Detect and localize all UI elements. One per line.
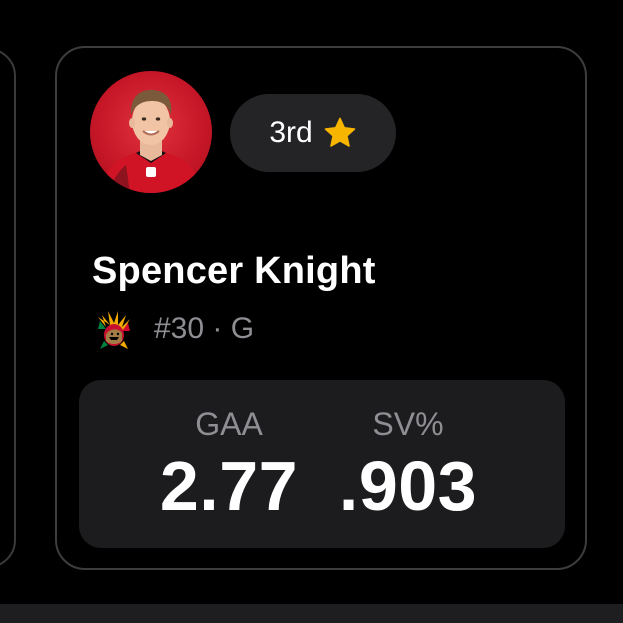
player-photo [100,89,202,193]
star-icon [323,116,357,150]
stat-value: .903 [338,447,478,525]
previous-player-card[interactable] [0,48,16,568]
stat-label: GAA [195,406,263,442]
rank-badge: 3rd [230,94,396,172]
stat-value: 2.77 [159,447,299,525]
player-avatar [90,71,212,193]
stat-gaa: GAA 2.77 [139,406,319,526]
player-number-position: #30 · G [154,312,255,345]
stat-save-percentage: SV% .903 [318,406,498,526]
bottom-divider [0,604,623,623]
stats-panel: GAA 2.77 SV% .903 [79,380,565,548]
team-logo-icon [92,307,136,351]
player-name: Spencer Knight [92,250,376,292]
rank-label: 3rd [269,116,313,149]
stat-label: SV% [372,406,444,442]
player-meta-row: #30 · G [92,307,254,351]
player-card[interactable]: 3rd Spencer Knight #30 · G GAA 2.77 SV% … [55,46,587,570]
screen: 3rd Spencer Knight #30 · G GAA 2.77 SV% … [0,0,623,623]
